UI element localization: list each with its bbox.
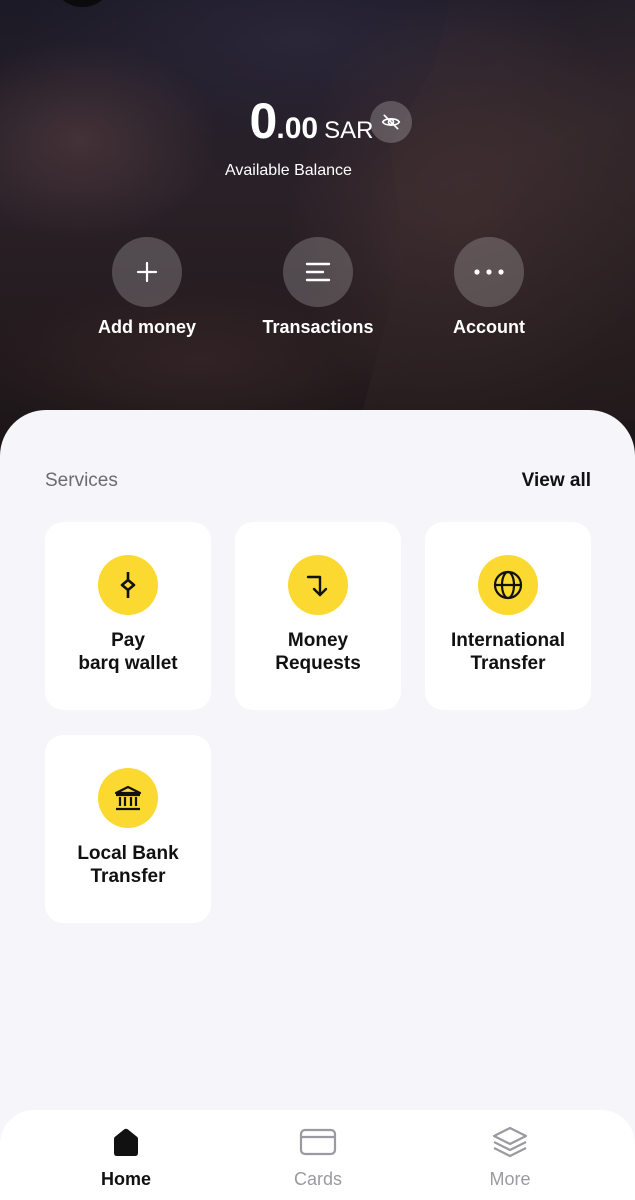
home-icon [114,1128,138,1156]
balance-currency: SAR [324,117,374,144]
arrow-turn-down-icon [306,575,328,597]
service-label-line1: International [450,630,565,651]
service-card-pay-barq-wallet[interactable]: Pay barq wallet [45,522,211,710]
nav-home-label: Home [100,1169,151,1189]
service-label-line1: Pay [111,630,145,651]
service-icon-circle [98,555,158,615]
layers-icon [492,1126,528,1158]
balance-integer: 0 [249,93,278,149]
plus-icon [136,261,158,283]
nav-more-label: More [489,1169,531,1189]
bottom-nav: Home Cards More [0,1110,635,1200]
nav-home[interactable]: Home [56,1126,196,1190]
globe-icon [493,570,523,600]
service-card-money-requests[interactable]: Money Requests [235,522,401,710]
add-money-circle[interactable] [112,237,182,307]
nav-cards[interactable]: Cards [248,1126,388,1190]
account-label: Account [453,317,525,337]
account-circle[interactable] [454,237,524,307]
service-label-line2: Requests [275,653,361,674]
service-card-international-transfer[interactable]: International Transfer [425,522,591,710]
transactions-circle[interactable] [283,237,353,307]
hero-background [0,0,635,470]
service-card-local-bank-transfer[interactable]: Local Bank Transfer [45,735,211,923]
barq-lightning-icon [120,572,136,598]
hide-balance-button[interactable] [370,101,412,143]
nav-more[interactable]: More [440,1126,580,1190]
hero-rock-shape [360,0,635,420]
nav-cards-label: Cards [293,1169,342,1189]
bank-icon [114,785,142,811]
view-all-link[interactable]: View all [522,470,591,492]
add-money-button[interactable]: Add money [67,237,227,338]
service-label-line1: Local Bank [77,843,179,864]
transactions-label: Transactions [262,317,374,337]
available-balance-label: Available Balance [225,162,352,179]
service-label-line2: barq wallet [78,653,178,674]
balance-display: 0.00 SAR [0,92,635,150]
eye-off-icon [381,114,401,130]
service-icon-circle [288,555,348,615]
more-dots-icon [474,269,504,275]
account-button[interactable]: Account [409,237,569,338]
service-icon-circle [98,768,158,828]
card-icon [299,1128,337,1156]
service-icon-circle [478,555,538,615]
service-label-line1: Money [287,630,349,651]
service-label-line2: Transfer [470,653,546,674]
service-label-line2: Transfer [90,866,166,887]
add-money-label: Add money [97,317,196,337]
services-title: Services [45,470,118,491]
transactions-button[interactable]: Transactions [238,237,398,338]
list-icon [305,262,331,282]
balance-decimal: .00 [276,112,319,145]
